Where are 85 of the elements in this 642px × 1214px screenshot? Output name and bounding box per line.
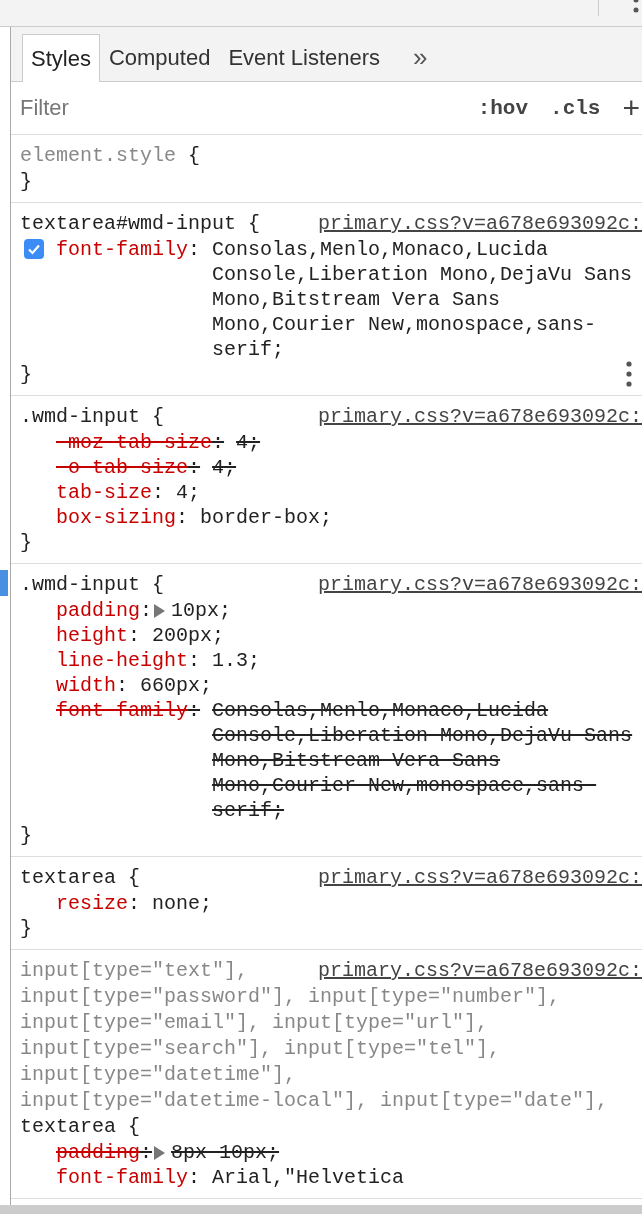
unmatched-selector: input[type="text"], — [20, 959, 249, 982]
more-icon[interactable] — [626, 361, 632, 387]
scrollbar[interactable] — [0, 1205, 642, 1214]
property-colon: : — [188, 648, 201, 673]
close-brace: } — [20, 917, 32, 940]
property-value[interactable]: 660px; — [140, 673, 213, 698]
close-brace: } — [20, 170, 32, 193]
property-colon: : — [212, 430, 225, 455]
css-selector: textarea#wmd-input — [20, 212, 237, 235]
property-colon: : — [188, 455, 201, 480]
open-brace: { — [188, 144, 201, 167]
property-colon: : — [188, 237, 201, 262]
css-selector: .wmd-input — [20, 573, 141, 596]
property-value[interactable]: 10px; — [171, 598, 232, 623]
property-checkbox[interactable] — [24, 239, 44, 259]
property-colon: : — [128, 891, 141, 916]
property-value[interactable]: 4; — [236, 430, 261, 455]
tab[interactable]: Styles — [22, 34, 100, 82]
property-name[interactable]: padding — [56, 598, 140, 623]
property-name[interactable]: font-family — [56, 237, 189, 262]
stylesheet-link[interactable]: primary.css?v=a678e693092c: — [317, 572, 642, 598]
property-colon: : — [128, 623, 141, 648]
stylesheet-link[interactable]: primary.css?v=a678e693092c: — [317, 865, 642, 891]
open-brace: { — [128, 1115, 141, 1138]
unmatched-selector: input[type="date"], — [380, 1089, 609, 1112]
expand-icon[interactable] — [154, 604, 166, 618]
unmatched-selector: input[type="password"], — [20, 985, 297, 1008]
property-name[interactable]: height — [56, 623, 128, 648]
property-name[interactable]: font-family — [56, 698, 189, 723]
hover-state-toggle[interactable]: :hov — [477, 96, 529, 120]
property-name[interactable]: tab-size — [56, 480, 152, 505]
class-toggle[interactable]: .cls — [550, 96, 601, 120]
filter-field[interactable]: Filter — [20, 95, 478, 121]
close-brace: } — [20, 531, 32, 554]
property-colon: : — [188, 1165, 201, 1190]
property-name[interactable]: -moz-tab-size — [56, 430, 213, 455]
stylesheet-link[interactable]: primary.css?v=a678e693092c: — [317, 404, 642, 430]
open-brace: { — [128, 866, 141, 889]
property-value[interactable]: Consolas,Menlo,Monaco,Lucida Console,Liberation Mono,DejaVu Sans Mono,Bitstream Vera Sans Mono,Courier New,monospace,sans-serif; — [212, 698, 642, 823]
unmatched-selector: input[type="number"], — [308, 985, 561, 1008]
property-value[interactable]: Arial,"Helvetica — [212, 1165, 405, 1190]
property-colon: : — [188, 698, 201, 723]
unmatched-selector: input[type="tel"], — [284, 1037, 501, 1060]
property-name[interactable]: resize — [56, 891, 128, 916]
unmatched-selector: input[type="email"], — [20, 1011, 261, 1034]
property-name[interactable]: -o-tab-size — [56, 455, 189, 480]
expand-icon[interactable] — [154, 1146, 166, 1160]
property-value[interactable]: 1.3; — [212, 648, 261, 673]
unmatched-selector: element.style — [20, 144, 177, 167]
property-name[interactable]: width — [56, 673, 116, 698]
property-colon: : — [140, 598, 153, 623]
css-selector: textarea — [20, 866, 116, 889]
close-brace: } — [20, 363, 32, 386]
css-selector: .wmd-input — [20, 405, 141, 428]
selection-marker — [0, 570, 8, 596]
open-brace: { — [248, 212, 261, 235]
unmatched-selector: input[type="search"], — [20, 1037, 273, 1060]
property-colon: : — [152, 480, 165, 505]
property-name[interactable]: padding — [56, 1140, 140, 1165]
unmatched-selector: input[type="datetime-local"], — [20, 1089, 369, 1112]
unmatched-selector: input[type="url"], — [272, 1011, 489, 1034]
property-name[interactable]: box-sizing — [56, 505, 177, 530]
property-name[interactable]: font-family — [56, 1165, 189, 1190]
new-rule-button[interactable]: + — [622, 91, 640, 125]
property-value[interactable]: 8px 10px; — [171, 1140, 280, 1165]
property-name[interactable]: line-height — [56, 648, 189, 673]
property-value[interactable]: border-box; — [200, 505, 333, 530]
css-selector: textarea — [20, 1115, 116, 1138]
close-brace: } — [20, 824, 32, 847]
property-value[interactable]: 4; — [212, 455, 237, 480]
tab[interactable]: Event Listeners — [219, 34, 390, 81]
stylesheet-link[interactable]: primary.css?v=a678e693092c: — [317, 211, 642, 237]
tab[interactable]: Computed — [99, 34, 220, 81]
property-colon: : — [140, 1140, 153, 1165]
property-value[interactable]: none; — [152, 891, 213, 916]
open-brace: { — [152, 405, 165, 428]
property-value[interactable]: Consolas,Menlo,Monaco,Lucida Console,Liberation Mono,DejaVu Sans Mono,Bitstream Vera Sans Mono,Courier New,monospace,sans-serif; — [212, 237, 642, 362]
stylesheet-link[interactable]: primary.css?v=a678e693092c: — [317, 958, 642, 984]
property-colon: : — [116, 673, 129, 698]
property-value[interactable]: 4; — [176, 480, 201, 505]
property-colon: : — [176, 505, 189, 530]
more-tabs-button[interactable]: » — [403, 34, 438, 81]
property-value[interactable]: 200px; — [152, 623, 225, 648]
unmatched-selector: input[type="datetime"], — [20, 1063, 297, 1086]
open-brace: { — [152, 573, 165, 596]
